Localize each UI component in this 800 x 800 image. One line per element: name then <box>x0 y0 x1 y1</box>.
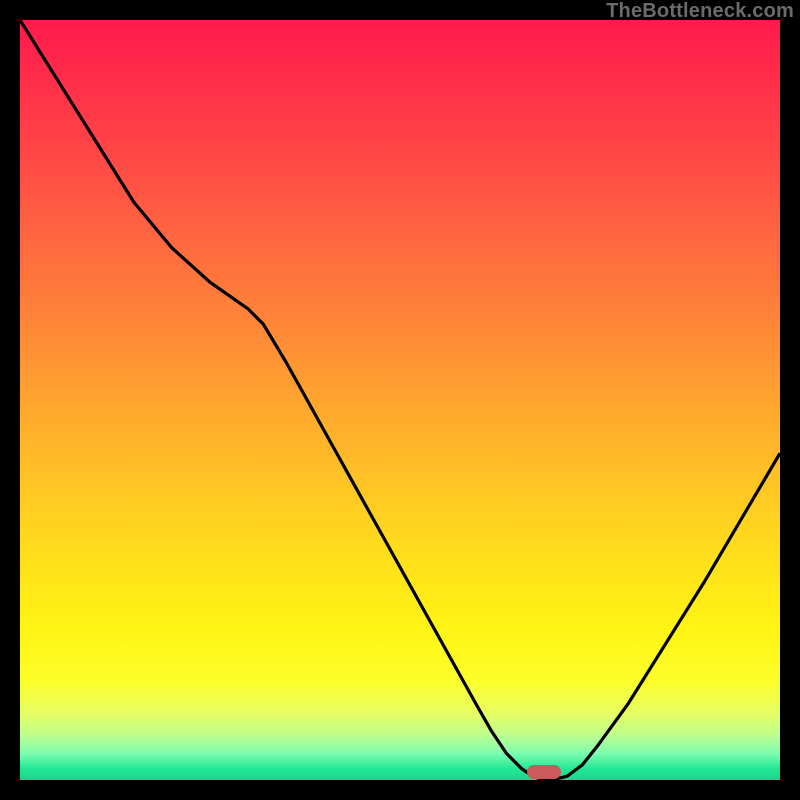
curve-path <box>20 20 780 780</box>
bottleneck-curve <box>20 20 780 780</box>
optimum-marker <box>527 765 561 779</box>
plot-area <box>20 20 780 780</box>
chart-frame: TheBottleneck.com <box>0 0 800 800</box>
